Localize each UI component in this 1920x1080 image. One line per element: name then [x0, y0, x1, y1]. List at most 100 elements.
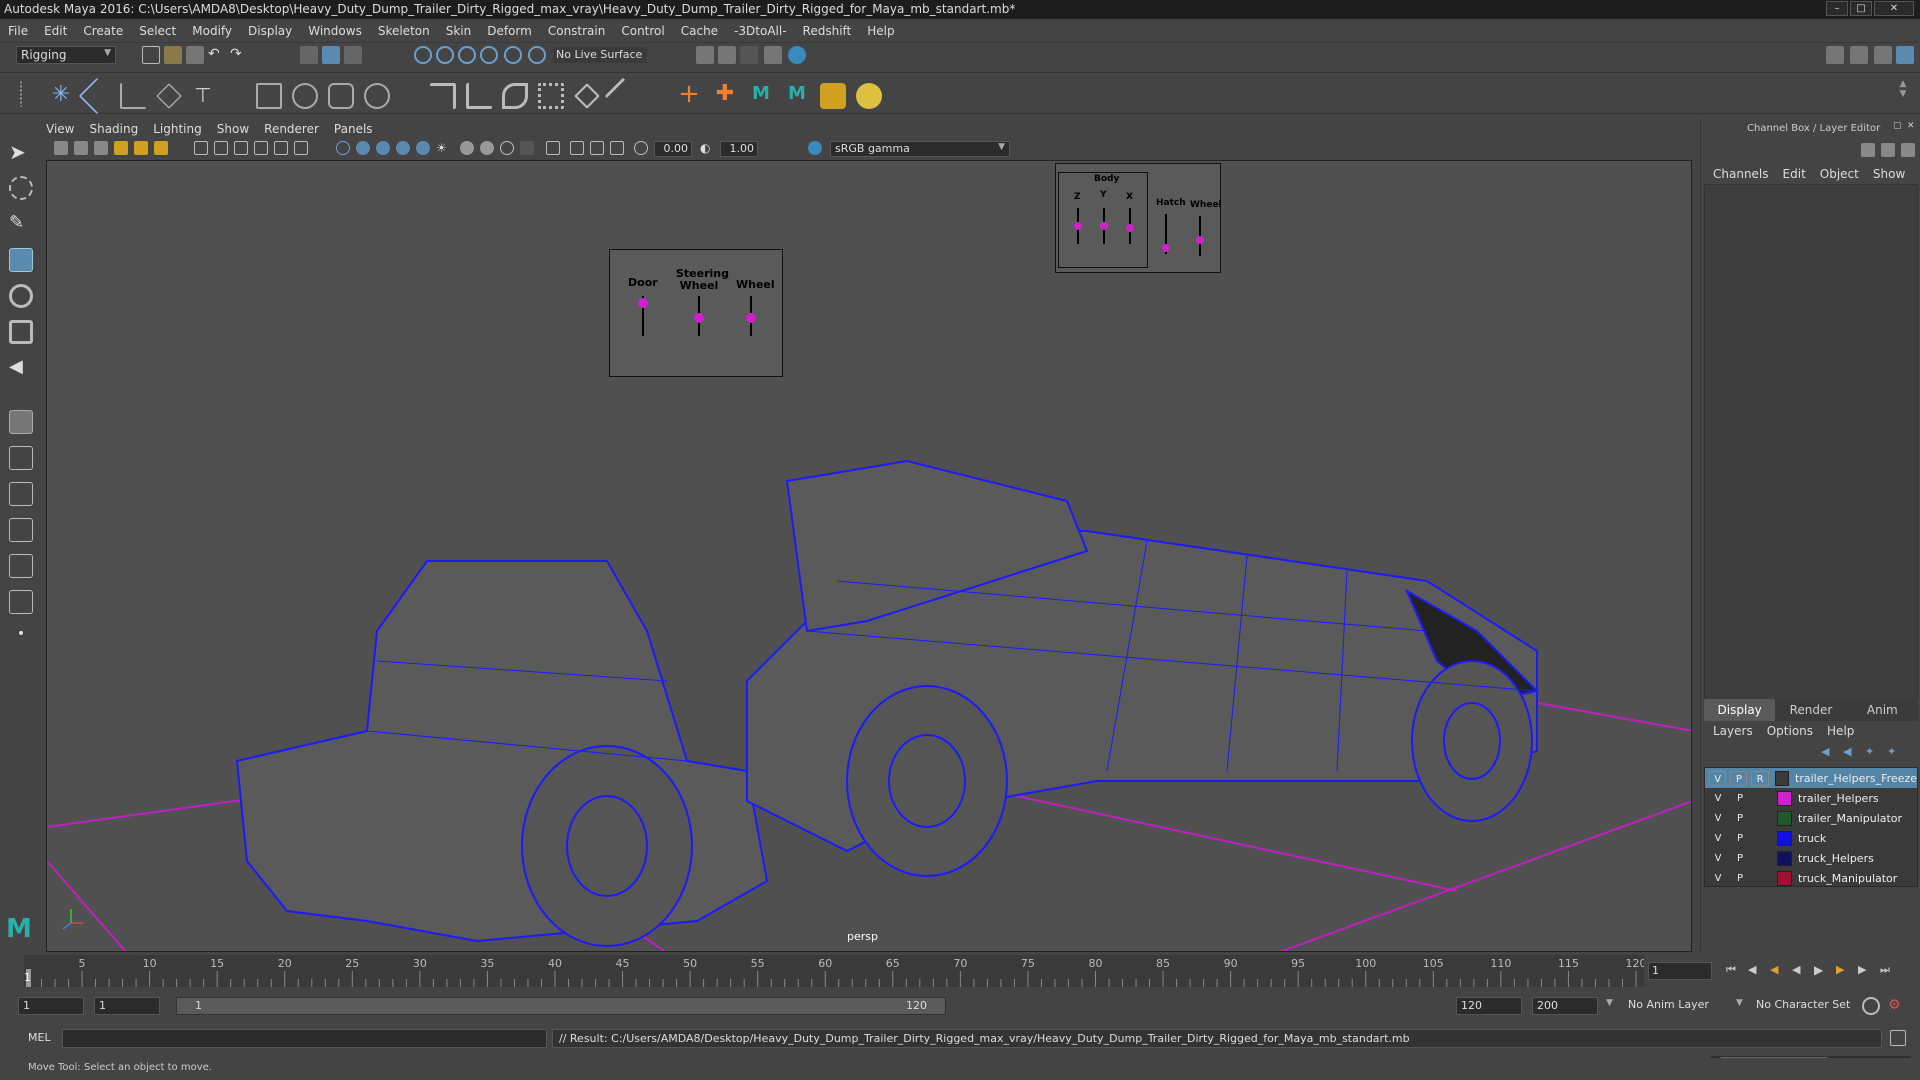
safe-action-icon[interactable] — [294, 141, 308, 155]
ambient-occlusion-icon[interactable] — [460, 141, 474, 155]
menu-control[interactable]: Control — [621, 24, 664, 38]
xray-joints-icon[interactable] — [590, 141, 604, 155]
render-settings-icon[interactable] — [740, 46, 758, 64]
playback-toggle[interactable]: P — [1731, 871, 1749, 886]
body-z-handle[interactable] — [1074, 222, 1082, 230]
locator-icon[interactable]: + — [676, 81, 702, 109]
rig-control-panel-body[interactable]: Body Z Y X Hatch Wheel — [1055, 163, 1222, 273]
paint-weights-icon[interactable] — [292, 83, 318, 109]
menu-cache[interactable]: Cache — [681, 24, 718, 38]
isolate-select-icon[interactable] — [546, 141, 560, 155]
insert-joint-icon[interactable] — [156, 83, 182, 109]
scene-start-field[interactable]: 1 — [18, 997, 84, 1015]
select-camera-icon[interactable] — [54, 141, 68, 155]
steering-slider-handle[interactable] — [694, 313, 704, 323]
select-hierarchy-icon[interactable] — [300, 46, 318, 64]
exposure-icon[interactable] — [634, 141, 648, 155]
image-plane-icon[interactable] — [114, 141, 128, 155]
color-management-icon[interactable] — [808, 141, 822, 155]
menu-help[interactable]: Help — [867, 24, 894, 38]
wireframe-on-shaded-icon[interactable] — [376, 141, 390, 155]
resolution-gate-icon[interactable] — [234, 141, 248, 155]
tool-settings-icon[interactable] — [1874, 46, 1892, 64]
snap-vertex-icon[interactable] — [528, 46, 546, 64]
display-type-toggle[interactable] — [1753, 851, 1771, 866]
layer-color-swatch[interactable] — [1777, 830, 1792, 846]
attribute-editor-icon[interactable] — [1850, 46, 1868, 64]
script-language-label[interactable]: MEL — [28, 1031, 51, 1044]
four-view-icon[interactable] — [9, 446, 33, 470]
visibility-toggle[interactable]: V — [1709, 831, 1727, 846]
mirror-joint-icon[interactable]: ⊤ — [190, 83, 216, 109]
display-type-toggle[interactable]: R — [1751, 770, 1769, 786]
layer-color-swatch[interactable] — [1777, 810, 1792, 826]
ipr-render-icon[interactable] — [718, 46, 736, 64]
tool-toggle-icon[interactable] — [1901, 143, 1915, 157]
shadows-icon[interactable]: ☀ — [436, 141, 450, 155]
visibility-toggle[interactable]: V — [1709, 851, 1727, 866]
hatch-handle[interactable] — [1162, 244, 1170, 252]
paint-select-icon[interactable]: ✎ — [9, 212, 33, 236]
playback-toggle[interactable]: P — [1731, 811, 1749, 826]
playback-toggle[interactable]: P — [1731, 831, 1749, 846]
field-chart-icon[interactable] — [274, 141, 288, 155]
new-layer-icon[interactable]: ✦ — [1865, 745, 1879, 759]
float-panel-icon[interactable]: ▢ — [1893, 121, 1903, 131]
motion-blur-icon[interactable] — [480, 141, 494, 155]
snap-grid-icon[interactable] — [414, 46, 432, 64]
menu-constrain[interactable]: Constrain — [548, 24, 606, 38]
ik-handle-icon[interactable] — [78, 77, 116, 115]
command-input[interactable] — [62, 1029, 547, 1048]
xray-icon[interactable] — [570, 141, 584, 155]
scale-tool-icon[interactable] — [9, 320, 33, 344]
layer-row[interactable]: V P truck — [1705, 828, 1917, 848]
time-slider[interactable]: 5 10 15 20 25 30 35 40 45 50 55 60 65 70 75 80 85 90 95 100… — [24, 955, 1647, 987]
menu-select[interactable]: Select — [139, 24, 176, 38]
snap-surface-icon[interactable] — [504, 46, 522, 64]
persp-graph-icon[interactable] — [9, 518, 33, 542]
go-to-start-icon[interactable]: ⏮ — [1726, 963, 1742, 979]
play-backward-icon[interactable]: ◀ — [1792, 963, 1808, 979]
visibility-toggle[interactable]: V — [1709, 770, 1727, 786]
menu-file[interactable]: File — [8, 24, 28, 38]
visibility-toggle[interactable]: V — [1709, 791, 1727, 806]
step-back-frame-icon[interactable]: ◀ — [1770, 963, 1786, 979]
live-surface-field[interactable]: No Live Surface — [553, 47, 647, 63]
layout-options-icon[interactable]: • — [9, 626, 33, 650]
exposure-field[interactable]: 0.00 — [654, 141, 692, 157]
menu-redshift[interactable]: Redshift — [803, 24, 852, 38]
edit-menu[interactable]: Edit — [1783, 167, 1806, 181]
channel-box-toggle-icon[interactable] — [1861, 143, 1875, 157]
select-component-icon[interactable] — [344, 46, 362, 64]
use-lights-icon[interactable] — [416, 141, 430, 155]
point-constraint-icon[interactable] — [430, 83, 456, 109]
aim-constraint-icon[interactable] — [466, 83, 492, 109]
close-button[interactable]: ✕ — [1874, 1, 1914, 16]
hypershade-icon[interactable] — [764, 46, 782, 64]
move-tool-icon[interactable] — [9, 248, 33, 272]
move-layer-down-icon[interactable]: ◀ — [1843, 745, 1857, 759]
anti-aliasing-icon[interactable] — [500, 141, 514, 155]
play-forward-icon[interactable]: ▶ — [1814, 963, 1830, 979]
step-forward-frame-icon[interactable]: ▶ — [1836, 963, 1852, 979]
viewport-persp[interactable]: Door Steering Wheel Wheel Body Z Y X Hat… — [46, 160, 1692, 952]
grid-toggle-icon[interactable] — [194, 141, 208, 155]
undo-icon[interactable]: ↶ — [208, 46, 226, 64]
attribute-toggle-icon[interactable] — [1881, 143, 1895, 157]
options-menu[interactable]: Options — [1767, 724, 1813, 738]
visibility-toggle[interactable]: V — [1709, 871, 1727, 886]
color-space-dropdown[interactable]: sRGB gamma ▼ — [830, 141, 1010, 157]
depth-of-field-icon[interactable] — [520, 141, 534, 155]
menu-create[interactable]: Create — [83, 24, 123, 38]
render-current-icon[interactable] — [696, 46, 714, 64]
joint-tool-icon[interactable]: ✳ — [48, 83, 74, 109]
mash-icon[interactable]: M — [748, 83, 774, 109]
outliner-layout-icon[interactable] — [9, 590, 33, 614]
menu-set-dropdown[interactable]: Rigging ▼ — [16, 46, 116, 64]
tab-display[interactable]: Display — [1704, 699, 1776, 721]
menu-deform[interactable]: Deform — [487, 24, 532, 38]
camera-attributes-icon[interactable] — [74, 141, 88, 155]
object-menu[interactable]: Object — [1820, 167, 1859, 181]
mash-network-icon[interactable]: M — [784, 83, 810, 109]
new-scene-icon[interactable] — [142, 46, 160, 64]
